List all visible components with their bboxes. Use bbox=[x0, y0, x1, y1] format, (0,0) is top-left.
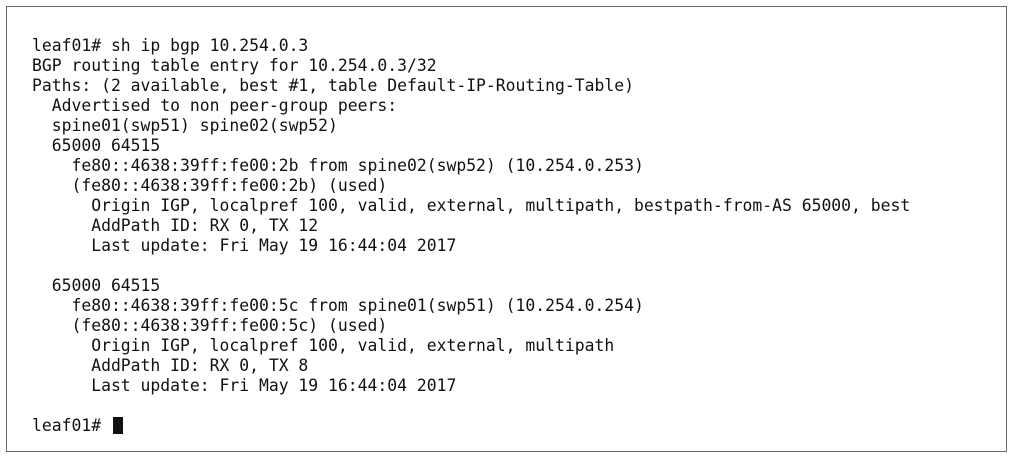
output-line: Origin IGP, localpref 100, valid, extern… bbox=[32, 196, 911, 215]
terminal-output: leaf01# sh ip bgp 10.254.0.3 BGP routing… bbox=[32, 36, 996, 441]
output-line: Paths: (2 available, best #1, table Defa… bbox=[32, 76, 634, 95]
output-line: Origin IGP, localpref 100, valid, extern… bbox=[32, 336, 615, 355]
output-line: BGP routing table entry for 10.254.0.3/3… bbox=[32, 56, 437, 75]
output-line: 65000 64515 bbox=[32, 276, 161, 295]
output-line: Last update: Fri May 19 16:44:04 2017 bbox=[32, 236, 457, 255]
shell-prompt: leaf01# bbox=[32, 416, 111, 435]
text-cursor bbox=[112, 417, 123, 434]
output-line: Advertised to non peer-group peers: bbox=[32, 96, 398, 115]
output-line: (fe80::4638:39ff:fe00:5c) (used) bbox=[32, 316, 388, 335]
terminal-window[interactable]: leaf01# sh ip bgp 10.254.0.3 BGP routing… bbox=[6, 6, 1007, 452]
output-line: Last update: Fri May 19 16:44:04 2017 bbox=[32, 376, 457, 395]
output-line: (fe80::4638:39ff:fe00:2b) (used) bbox=[32, 176, 388, 195]
output-line: fe80::4638:39ff:fe00:2b from spine02(swp… bbox=[32, 156, 644, 175]
output-line: AddPath ID: RX 0, TX 8 bbox=[32, 356, 309, 375]
output-line: 65000 64515 bbox=[32, 136, 161, 155]
prompt-line[interactable]: leaf01# bbox=[32, 416, 996, 436]
output-line: AddPath ID: RX 0, TX 12 bbox=[32, 216, 319, 235]
output-line: fe80::4638:39ff:fe00:5c from spine01(swp… bbox=[32, 296, 644, 315]
output-line: spine01(swp51) spine02(swp52) bbox=[32, 116, 338, 135]
output-line: leaf01# sh ip bgp 10.254.0.3 bbox=[32, 36, 309, 55]
